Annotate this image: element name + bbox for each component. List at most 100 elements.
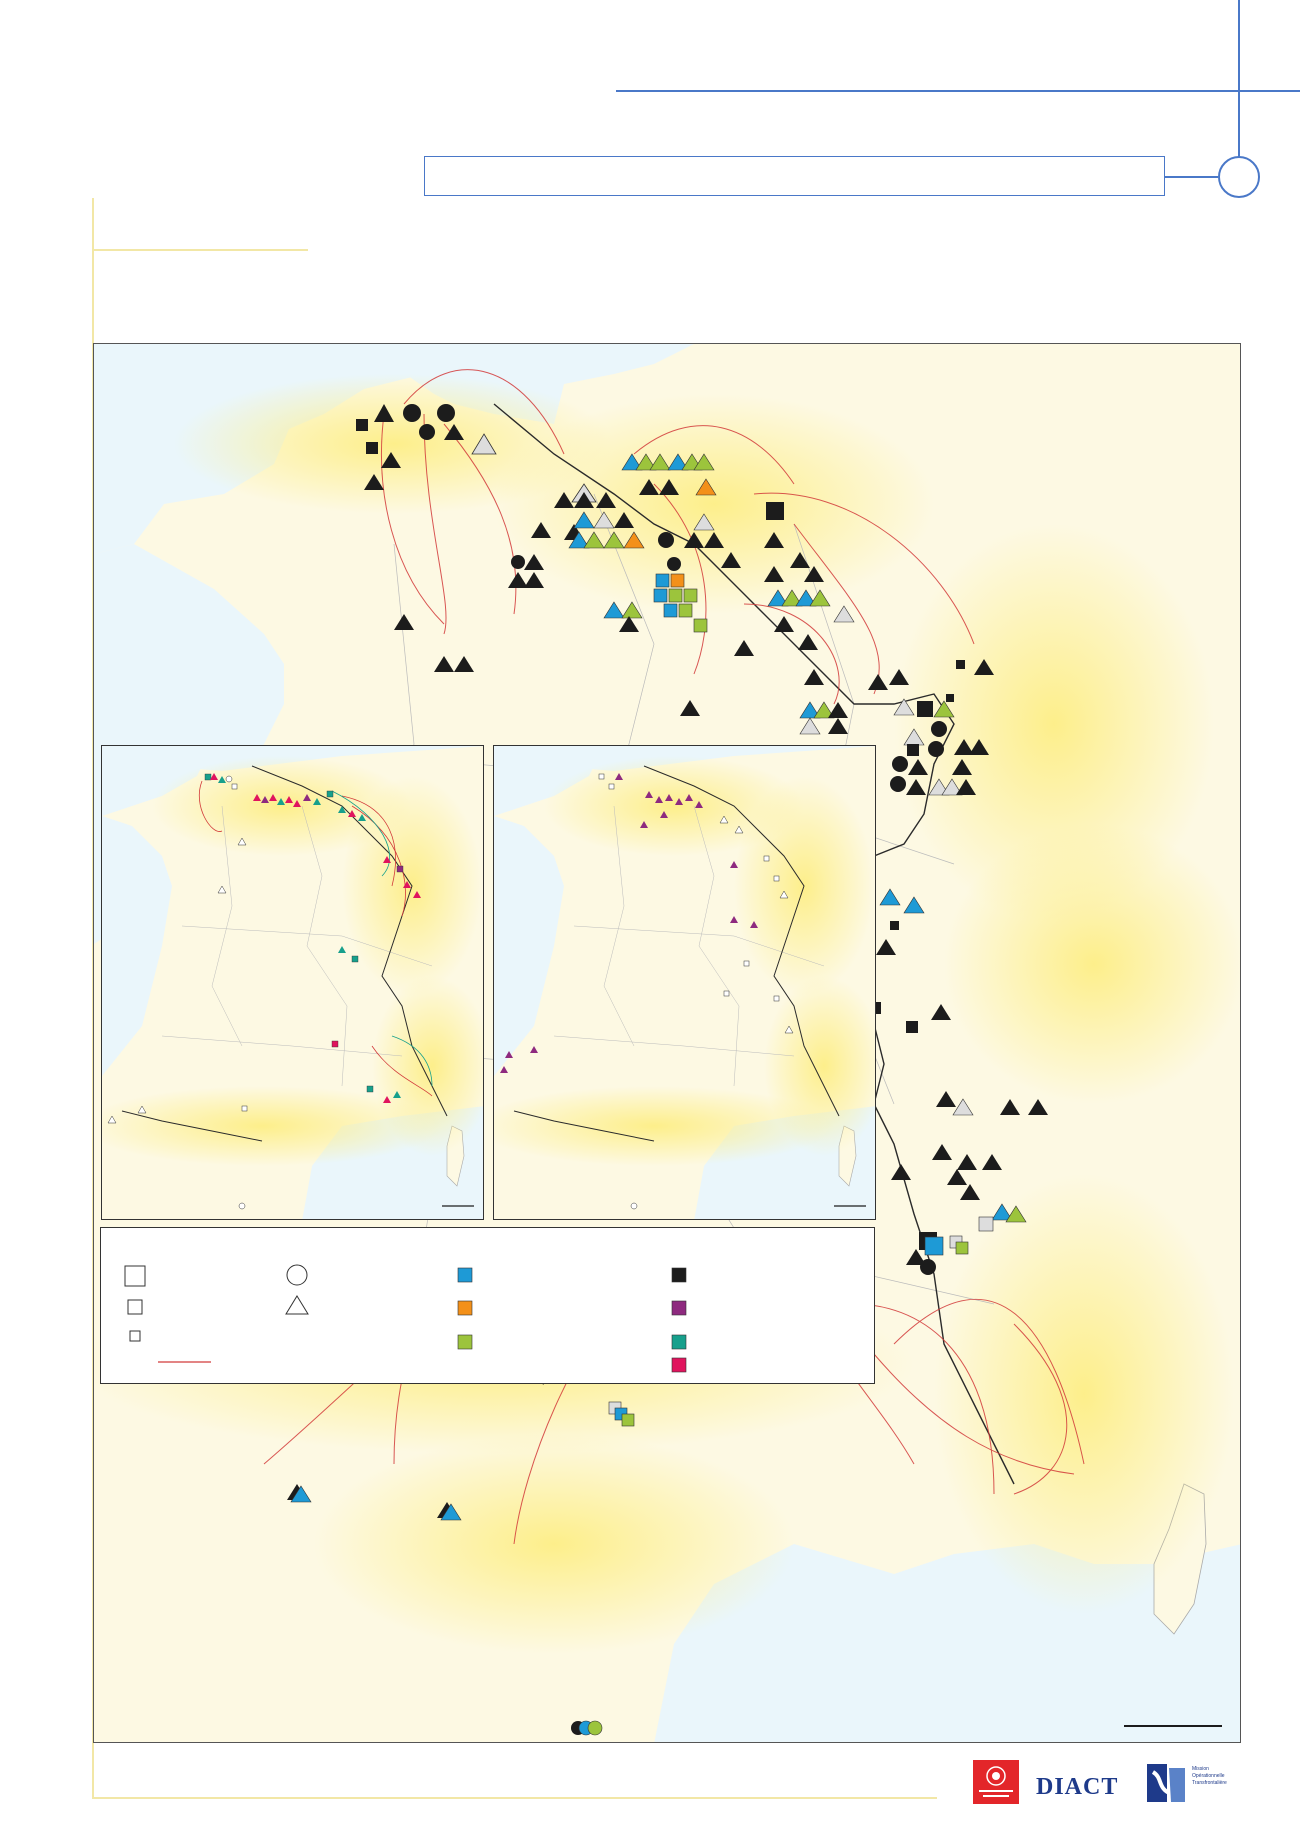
circle-symbol bbox=[920, 1259, 936, 1275]
inset-right-canvas bbox=[494, 746, 875, 1219]
triangle-symbol bbox=[893, 698, 915, 716]
triangle-symbol bbox=[593, 511, 615, 529]
triangle-symbol bbox=[394, 614, 414, 630]
legend-square-large bbox=[124, 1265, 146, 1287]
inset-map-left[interactable] bbox=[101, 745, 484, 1220]
legend-color-purple bbox=[671, 1300, 687, 1316]
caisse-des-depots-logo bbox=[973, 1760, 1019, 1804]
triangle-symbol bbox=[932, 1144, 952, 1160]
triangle-symbol bbox=[684, 532, 704, 548]
square-symbol bbox=[663, 603, 678, 618]
square-symbol bbox=[743, 960, 750, 967]
triangle-symbol bbox=[804, 566, 824, 582]
triangle-symbol bbox=[454, 656, 474, 672]
circle-symbol bbox=[931, 721, 947, 737]
mot-logo-text: Mission Opérationnelle Transfrontalière bbox=[1192, 1766, 1227, 1787]
circle-symbol bbox=[437, 404, 455, 422]
square-symbol bbox=[956, 660, 965, 669]
triangle-symbol bbox=[947, 1169, 967, 1185]
triangle-symbol bbox=[554, 492, 574, 508]
title-connector bbox=[1165, 176, 1218, 178]
triangle-symbol bbox=[879, 888, 901, 906]
square-symbol bbox=[917, 701, 933, 717]
triangle-symbol bbox=[790, 552, 810, 568]
triangle-symbol bbox=[471, 433, 497, 455]
square-symbol bbox=[331, 1040, 339, 1048]
triangle-symbol bbox=[828, 718, 848, 734]
triangle-symbol bbox=[903, 896, 925, 914]
triangle-symbol bbox=[680, 700, 700, 716]
triangle-symbol bbox=[833, 605, 855, 623]
circle-symbol bbox=[890, 776, 906, 792]
header-rule-horizontal bbox=[616, 90, 1300, 92]
square-symbol bbox=[396, 865, 404, 873]
legend-color-orange bbox=[457, 1300, 473, 1316]
square-symbol bbox=[773, 875, 780, 882]
triangle-symbol bbox=[876, 939, 896, 955]
triangle-symbol bbox=[764, 566, 784, 582]
legend-color-blue bbox=[457, 1267, 473, 1283]
triangle-symbol bbox=[583, 531, 605, 549]
triangle-symbol bbox=[623, 531, 645, 549]
square-symbol bbox=[351, 955, 359, 963]
square-symbol bbox=[366, 1085, 374, 1093]
square-symbol bbox=[723, 990, 730, 997]
header-rule-vertical bbox=[1238, 0, 1240, 158]
circle-symbol bbox=[587, 1720, 603, 1736]
triangle-symbol bbox=[434, 656, 454, 672]
triangle-symbol bbox=[524, 554, 544, 570]
circle-symbol bbox=[403, 404, 421, 422]
triangle-symbol bbox=[381, 452, 401, 468]
circle-symbol bbox=[238, 1202, 246, 1210]
square-symbol bbox=[946, 694, 954, 702]
square-symbol bbox=[683, 588, 698, 603]
circle-symbol bbox=[630, 1202, 638, 1210]
mot-emblem-icon bbox=[1147, 1764, 1185, 1802]
circle-symbol bbox=[892, 756, 908, 772]
triangle-symbol bbox=[619, 616, 639, 632]
legend-triangle bbox=[285, 1295, 309, 1315]
inset-map-right[interactable] bbox=[493, 745, 876, 1220]
triangle-symbol bbox=[799, 717, 821, 735]
triangle-symbol bbox=[908, 759, 928, 775]
triangle-symbol bbox=[364, 474, 384, 490]
square-symbol bbox=[608, 783, 615, 790]
triangle-symbol bbox=[524, 572, 544, 588]
square-symbol bbox=[924, 1236, 944, 1256]
triangle-symbol bbox=[596, 492, 616, 508]
triangle-symbol bbox=[974, 659, 994, 675]
mot-line-2: Opérationnelle bbox=[1192, 1773, 1225, 1779]
legend-square-medium bbox=[127, 1299, 143, 1315]
square-symbol bbox=[955, 1241, 969, 1255]
triangle-symbol bbox=[444, 424, 464, 440]
triangle-symbol bbox=[764, 532, 784, 548]
subtitle-rule bbox=[92, 249, 308, 251]
mot-line-3: Transfrontalière bbox=[1192, 1780, 1227, 1786]
triangle-symbol bbox=[774, 616, 794, 632]
mot-logo bbox=[1145, 1760, 1191, 1806]
triangle-symbol bbox=[1028, 1099, 1048, 1115]
triangle-symbol bbox=[704, 532, 724, 548]
triangle-symbol bbox=[903, 728, 925, 746]
circle-symbol bbox=[511, 555, 525, 569]
triangle-symbol bbox=[721, 552, 741, 568]
triangle-symbol bbox=[931, 1004, 951, 1020]
square-symbol bbox=[678, 603, 693, 618]
square-symbol bbox=[670, 573, 685, 588]
square-symbol bbox=[978, 1216, 994, 1232]
triangle-symbol bbox=[906, 779, 926, 795]
legend-color-green bbox=[457, 1334, 473, 1350]
square-symbol bbox=[668, 588, 683, 603]
circle-symbol bbox=[225, 775, 233, 783]
triangle-symbol bbox=[639, 479, 659, 495]
symbols-nord bbox=[394, 453, 741, 716]
square-symbol bbox=[241, 1105, 248, 1112]
diact-logo: DIACT bbox=[1036, 1774, 1119, 1800]
cdc-emblem-icon bbox=[979, 1766, 1013, 1797]
square-symbol bbox=[231, 783, 238, 790]
legend-color-teal bbox=[671, 1334, 687, 1350]
triangle-symbol bbox=[695, 478, 717, 496]
triangle-symbol bbox=[828, 702, 848, 718]
legend-color-black bbox=[671, 1267, 687, 1283]
triangle-symbol bbox=[603, 531, 625, 549]
